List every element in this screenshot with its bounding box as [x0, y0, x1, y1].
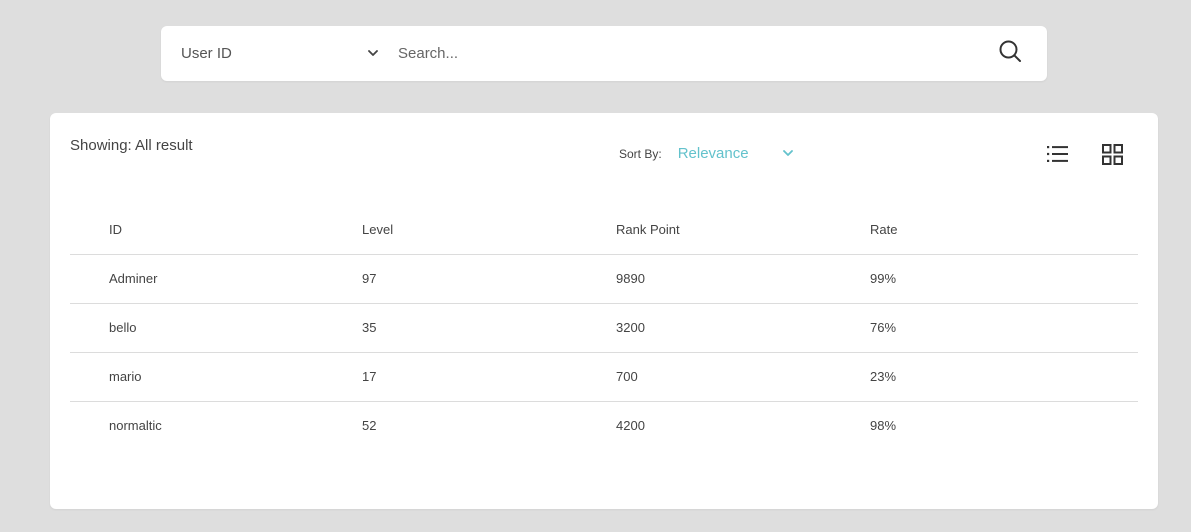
list-view-button[interactable]: [1046, 143, 1070, 165]
search-field-select[interactable]: User ID: [161, 26, 386, 81]
cell-id: Adminer: [70, 253, 362, 303]
cell-rate: 76%: [870, 302, 1138, 352]
search-field-select-value: User ID: [181, 45, 232, 62]
cell-id: mario: [70, 351, 362, 401]
search-button[interactable]: [973, 26, 1047, 81]
results-panel: Showing: All result Sort By: Relevance I…: [50, 113, 1158, 509]
table-row[interactable]: mario 17 700 23%: [70, 351, 1138, 401]
table-row[interactable]: normaltic 52 4200 98%: [70, 400, 1138, 450]
column-header-rank-point: Rank Point: [616, 221, 680, 237]
grid-view-icon: [1101, 144, 1125, 171]
search-bar: User ID: [161, 26, 1047, 81]
results-table: ID Level Rank Point Rate Adminer 97 9890…: [70, 205, 1138, 450]
cell-rank-point: 3200: [616, 302, 870, 352]
cell-rank-point: 4200: [616, 400, 870, 450]
cell-level: 35: [362, 302, 616, 352]
chevron-down-icon: [367, 48, 379, 60]
sort-select-value: Relevance: [677, 145, 749, 162]
cell-rate: 23%: [870, 351, 1138, 401]
table-row[interactable]: Adminer 97 9890 99%: [70, 253, 1138, 303]
search-input[interactable]: [386, 26, 973, 81]
cell-id: normaltic: [70, 400, 362, 450]
list-view-icon: [1046, 146, 1070, 169]
sort-label: Sort By:: [619, 146, 662, 161]
column-header-id: ID: [109, 221, 122, 237]
cell-id: bello: [70, 302, 362, 352]
cell-level: 52: [362, 400, 616, 450]
column-header-level: Level: [362, 221, 394, 237]
search-icon: [998, 39, 1022, 68]
cell-rank-point: 700: [616, 351, 870, 401]
sort-control: Sort By: Relevance: [619, 145, 796, 162]
cell-rank-point: 9890: [616, 253, 870, 303]
cell-rate: 99%: [870, 253, 1138, 303]
table-row[interactable]: bello 35 3200 76%: [70, 302, 1138, 352]
cell-level: 97: [362, 253, 616, 303]
cell-rate: 98%: [870, 400, 1138, 450]
sort-select[interactable]: Relevance: [678, 145, 796, 162]
column-header-rate: Rate: [870, 221, 898, 237]
table-header-row: ID Level Rank Point Rate: [70, 205, 1138, 254]
grid-view-button[interactable]: [1101, 143, 1125, 167]
showing-text: Showing: All result: [70, 137, 193, 154]
cell-level: 17: [362, 351, 616, 401]
chevron-down-icon: [782, 148, 794, 160]
